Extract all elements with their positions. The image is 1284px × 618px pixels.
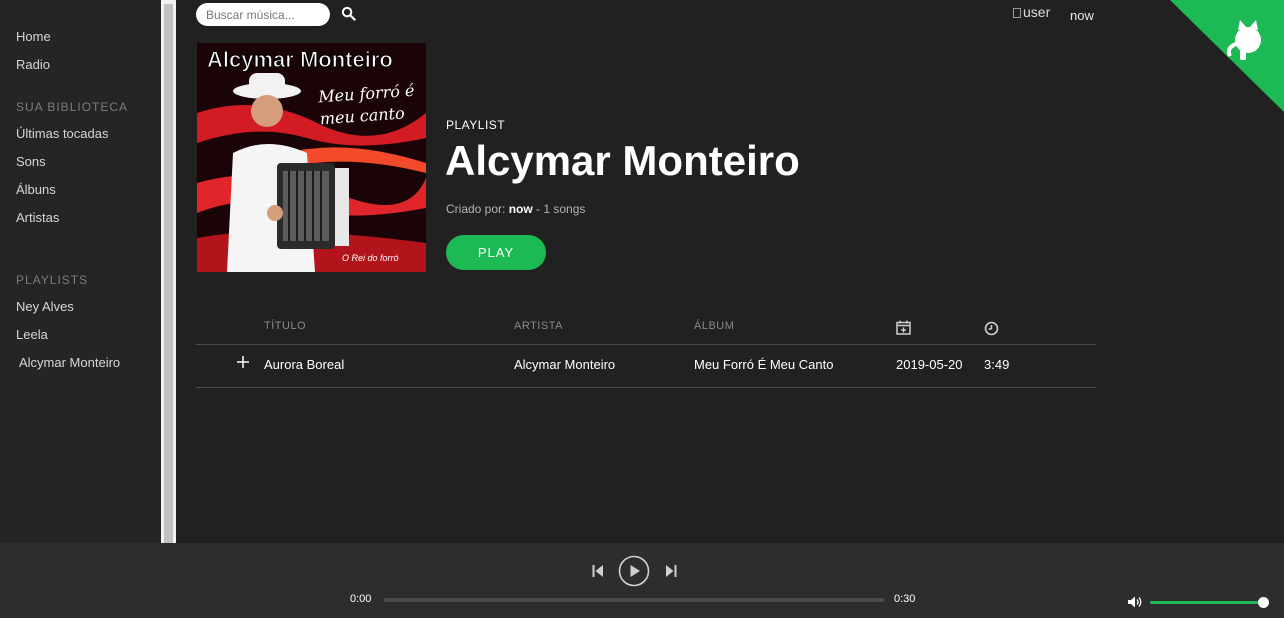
nav-artists[interactable]: Artistas (16, 210, 59, 225)
total-time: 0:30 (894, 593, 916, 605)
cover-small-text: O Rei do forró (342, 253, 399, 263)
playlist-item-ney-alves[interactable]: Ney Alves (16, 299, 74, 314)
playlist-item-alcymar-monteiro[interactable]: Alcymar Monteiro (19, 355, 120, 370)
nav-recently-played[interactable]: Últimas tocadas (16, 126, 108, 141)
search-input[interactable] (196, 3, 330, 26)
table-header-divider (196, 344, 1096, 345)
skip-forward-icon[interactable] (664, 563, 678, 579)
track-artist[interactable]: Alcymar Monteiro (514, 357, 615, 372)
song-count: - 1 songs (532, 202, 586, 216)
avatar-alt-text: user (1023, 4, 1051, 20)
calendar-add-icon[interactable] (896, 320, 911, 335)
volume-slider[interactable] (1150, 601, 1264, 604)
playlists-heading: PLAYLISTS (16, 273, 89, 287)
library-heading: SUA BIBLIOTECA (16, 100, 129, 114)
broken-image-icon (1013, 8, 1021, 18)
column-header-album[interactable]: ÁLBUM (694, 320, 734, 332)
nav-radio[interactable]: Radio (16, 57, 50, 72)
progress-bar[interactable] (384, 598, 884, 602)
playlist-label: PLAYLIST (446, 118, 506, 132)
current-time: 0:00 (350, 593, 372, 605)
scrollbar-thumb[interactable] (164, 4, 173, 543)
cover-subtitle-line1: Meu forró é (317, 80, 416, 107)
play-button[interactable]: PLAY (446, 235, 546, 270)
column-header-title[interactable]: TÍTULO (264, 320, 306, 332)
track-date-added: 2019-05-20 (896, 357, 963, 372)
nav-songs[interactable]: Sons (16, 154, 46, 169)
cover-subtitle-line2: meu canto (319, 103, 406, 129)
track-title[interactable]: Aurora Boreal (264, 357, 344, 372)
created-by-prefix: Criado por: (446, 202, 509, 216)
play-circle-icon[interactable] (618, 555, 650, 587)
search-icon[interactable] (341, 6, 356, 21)
created-by-user[interactable]: now (509, 202, 533, 216)
sidebar-scrollbar[interactable] (161, 0, 176, 543)
playlist-cover: Alcymar Monteiro Meu forró é meu canto O … (197, 43, 426, 272)
cover-artwork (197, 43, 426, 272)
volume-icon[interactable] (1127, 595, 1143, 609)
clock-icon[interactable] (984, 321, 999, 336)
github-corner[interactable] (1170, 0, 1284, 112)
playlist-item-leela[interactable]: Leela (16, 327, 48, 342)
avatar[interactable]: user (1013, 4, 1050, 20)
cover-title: Alcymar Monteiro (207, 47, 394, 73)
cover-subtitle: Meu forró é meu canto (318, 80, 417, 131)
skip-back-icon[interactable] (591, 563, 605, 579)
nav-home[interactable]: Home (16, 29, 51, 44)
page-title: Alcymar Monteiro (445, 137, 800, 184)
playlist-meta: Criado por: now - 1 songs (446, 202, 585, 216)
volume-slider-handle[interactable] (1258, 597, 1269, 608)
user-name[interactable]: now (1070, 8, 1094, 23)
table-row-divider (196, 387, 1096, 388)
nav-albums[interactable]: Álbuns (16, 182, 56, 197)
sidebar: Home Radio SUA BIBLIOTECA Últimas tocada… (0, 0, 162, 543)
track-album[interactable]: Meu Forró É Meu Canto (694, 357, 833, 372)
plus-icon[interactable] (236, 355, 250, 369)
track-duration: 3:49 (984, 357, 1010, 372)
column-header-artist[interactable]: ARTISTA (514, 320, 563, 332)
